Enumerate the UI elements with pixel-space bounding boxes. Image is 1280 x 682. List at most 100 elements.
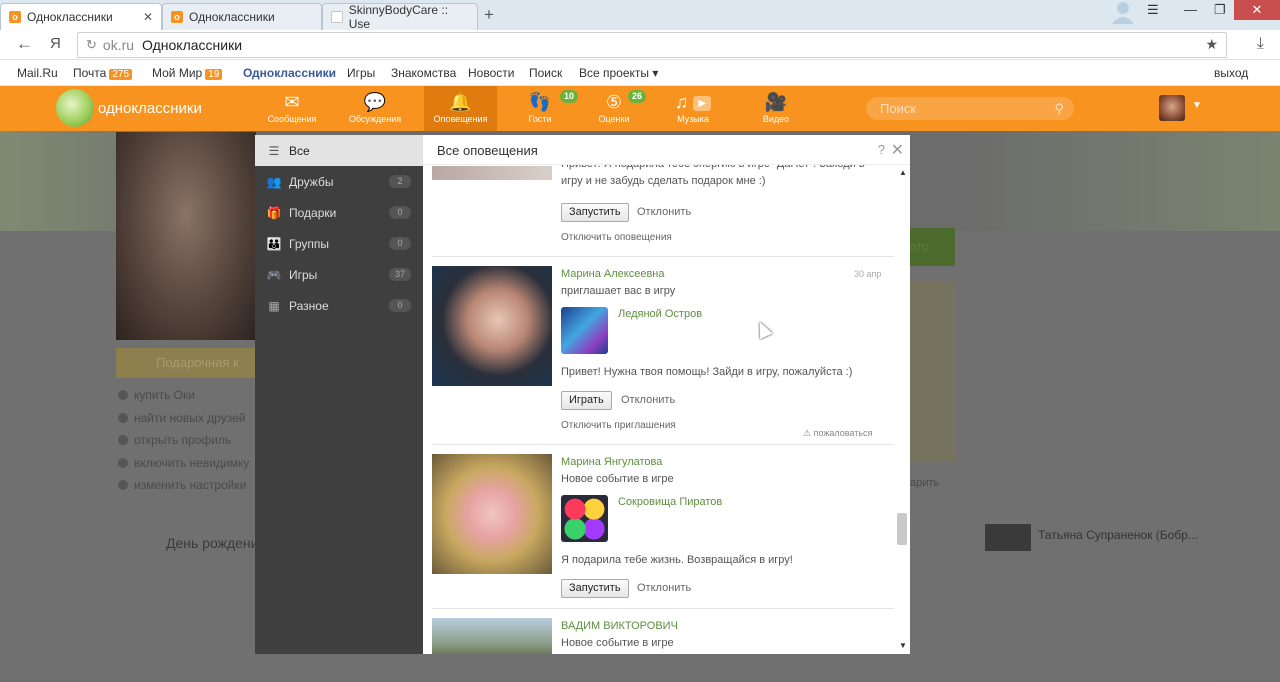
person-icon bbox=[118, 412, 128, 423]
reload-icon[interactable]: ↻ bbox=[86, 37, 97, 53]
download-icon[interactable]: ⤓ bbox=[1257, 35, 1264, 53]
nav-guests[interactable]: 👣 Гости 10 bbox=[514, 86, 579, 131]
ok-logo-icon[interactable] bbox=[56, 89, 94, 127]
category-count: 0 bbox=[389, 237, 411, 250]
background-panel bbox=[905, 282, 955, 462]
nav-ratings[interactable]: ⑤ Оценки 26 bbox=[588, 86, 647, 131]
gift-icon: 🎁 bbox=[266, 205, 282, 220]
nav-label: Музыка bbox=[677, 114, 709, 124]
envelope-icon: ✉ bbox=[284, 92, 300, 112]
sender-name[interactable]: ВАДИМ ВИКТОРОВИЧ bbox=[561, 620, 678, 632]
bookmark-star-icon[interactable]: ★ bbox=[1205, 36, 1218, 53]
list-icon: ☰ bbox=[268, 143, 280, 158]
link-novosti[interactable]: Новости bbox=[468, 66, 514, 80]
coin-icon bbox=[118, 390, 128, 400]
decline-link[interactable]: Отклонить bbox=[637, 206, 691, 218]
close-icon[interactable]: ✕ bbox=[143, 10, 153, 24]
browser-tab-bar: о Одноклассники ✕ о Одноклассники Skinny… bbox=[0, 0, 1280, 31]
yandex-icon[interactable]: Я bbox=[50, 35, 61, 52]
scrollbar[interactable] bbox=[895, 165, 909, 654]
notification-subtitle: приглашает вас в игру bbox=[561, 285, 676, 297]
window-close-icon[interactable]: ✕ bbox=[1234, 0, 1280, 20]
chevron-down-icon[interactable]: ▼ bbox=[1192, 100, 1202, 111]
maximize-icon[interactable]: ❐ bbox=[1214, 2, 1226, 18]
nav-label: Обсуждения bbox=[348, 114, 402, 124]
decline-link[interactable]: Отклонить bbox=[637, 582, 691, 594]
groups-icon: 👪 bbox=[266, 236, 282, 251]
decline-link[interactable]: Отклонить bbox=[621, 394, 675, 406]
disable-invitations-link[interactable]: Отключить приглашения bbox=[561, 420, 676, 431]
search-input[interactable]: Поиск ⚲ bbox=[866, 97, 1074, 120]
notification-date: 30 апр bbox=[854, 269, 882, 279]
music-icon: ♫ ▶ bbox=[660, 92, 726, 112]
game-icon[interactable] bbox=[561, 495, 608, 542]
sender-name[interactable]: Марина Янгулатова bbox=[561, 456, 662, 468]
nav-notifications[interactable]: 🔔 Оповещения bbox=[424, 86, 497, 131]
minimize-icon[interactable]: — bbox=[1184, 2, 1197, 17]
nav-messages[interactable]: ✉ Сообщения bbox=[258, 86, 326, 131]
bell-icon: 🔔 bbox=[449, 92, 472, 112]
launch-button[interactable]: Запустить bbox=[561, 579, 629, 598]
address-input[interactable]: ↻ ok.ru Одноклассники ★ bbox=[77, 32, 1227, 58]
category-friendships[interactable]: 👥 Дружбы 2 bbox=[255, 166, 423, 197]
category-gifts[interactable]: 🎁 Подарки 0 bbox=[255, 197, 423, 228]
back-arrow-icon[interactable]: ← bbox=[16, 34, 33, 54]
browser-tab-active[interactable]: о Одноклассники ✕ bbox=[0, 3, 162, 30]
category-games[interactable]: 🎮 Игры 37 bbox=[255, 259, 423, 290]
nav-music[interactable]: ♫ ▶ Музыка bbox=[660, 86, 726, 131]
profile-links: купить Оки найти новых друзей открыть пр… bbox=[118, 388, 249, 501]
browser-tab[interactable]: SkinnyBodyCare :: Use bbox=[322, 3, 478, 31]
launch-button[interactable]: Запустить bbox=[561, 203, 629, 222]
sender-photo[interactable] bbox=[432, 266, 552, 386]
category-label: Подарки bbox=[289, 205, 337, 220]
ok-logo-text[interactable]: одноклассники bbox=[98, 100, 202, 117]
profile-icon[interactable] bbox=[1110, 0, 1136, 24]
sender-photo[interactable] bbox=[432, 166, 552, 180]
link-odnoklassniki[interactable]: Одноклассники bbox=[243, 66, 336, 80]
scroll-down-arrow-icon[interactable]: ▼ bbox=[899, 641, 907, 650]
nav-video[interactable]: 🎥 Видео bbox=[752, 86, 800, 131]
play-button[interactable]: Играть bbox=[561, 391, 612, 410]
game-name[interactable]: Ледяной Остров bbox=[618, 308, 702, 320]
help-icon[interactable]: ? bbox=[878, 142, 885, 157]
mailru-toolbar: Mail.Ru Почта 275 Мой Мир 19 Одноклассники… bbox=[0, 61, 1280, 86]
birthday-heading: День рождения bbox=[166, 535, 267, 551]
link-poisk[interactable]: Поиск bbox=[529, 66, 562, 80]
chat-icon: 💬 bbox=[363, 92, 387, 112]
link-all-projects[interactable]: Все проекты ▾ bbox=[579, 66, 658, 80]
game-name[interactable]: Сокровища Пиратов bbox=[618, 496, 722, 508]
category-groups[interactable]: 👪 Группы 0 bbox=[255, 228, 423, 259]
scrollbar-thumb[interactable] bbox=[897, 513, 907, 545]
category-count: 37 bbox=[389, 268, 411, 281]
search-icon[interactable]: ⚲ bbox=[1054, 97, 1064, 120]
category-label: Все bbox=[289, 143, 310, 158]
menu-icon[interactable]: ☰ bbox=[1147, 2, 1159, 18]
video-icon: 🎥 bbox=[764, 92, 788, 112]
category-count: 2 bbox=[389, 175, 411, 188]
game-icon[interactable] bbox=[561, 307, 608, 354]
friends-icon: 👥 bbox=[266, 174, 282, 189]
sender-photo[interactable] bbox=[432, 454, 552, 574]
link-znakomstva[interactable]: Знакомства bbox=[391, 66, 456, 80]
link-igry[interactable]: Игры bbox=[347, 66, 375, 80]
avatar[interactable] bbox=[1159, 95, 1185, 121]
sender-photo[interactable] bbox=[432, 618, 552, 654]
scroll-up-arrow-icon[interactable]: ▲ bbox=[899, 168, 907, 177]
logout-link[interactable]: выход bbox=[1214, 66, 1248, 80]
mail-count-badge: 275 bbox=[109, 69, 133, 80]
nav-discussions[interactable]: 💬 Обсуждения bbox=[340, 86, 410, 131]
category-all[interactable]: ☰ Все bbox=[255, 135, 423, 166]
browser-tab[interactable]: о Одноклассники bbox=[162, 3, 322, 30]
disable-notifications-link[interactable]: Отключить оповещения bbox=[561, 232, 672, 243]
link-moi-mir[interactable]: Мой Мир 19 bbox=[152, 66, 223, 80]
category-misc[interactable]: ▦ Разное 0 bbox=[255, 290, 423, 321]
gift-card-banner: Подарочная к bbox=[116, 348, 256, 378]
close-icon[interactable]: ✕ bbox=[891, 140, 904, 160]
play-icon[interactable]: ▶ bbox=[693, 96, 712, 111]
link-pochta[interactable]: Почта 275 bbox=[73, 66, 133, 80]
new-tab-button[interactable]: + bbox=[484, 5, 494, 25]
sender-name[interactable]: Марина Алексеевна bbox=[561, 268, 665, 280]
complain-link[interactable]: ⚠ пожаловаться bbox=[803, 428, 872, 439]
link-mailru[interactable]: Mail.Ru bbox=[17, 66, 58, 80]
notification-categories: ☰ Все 👥 Дружбы 2 🎁 Подарки 0 👪 Группы 0 … bbox=[255, 135, 423, 654]
